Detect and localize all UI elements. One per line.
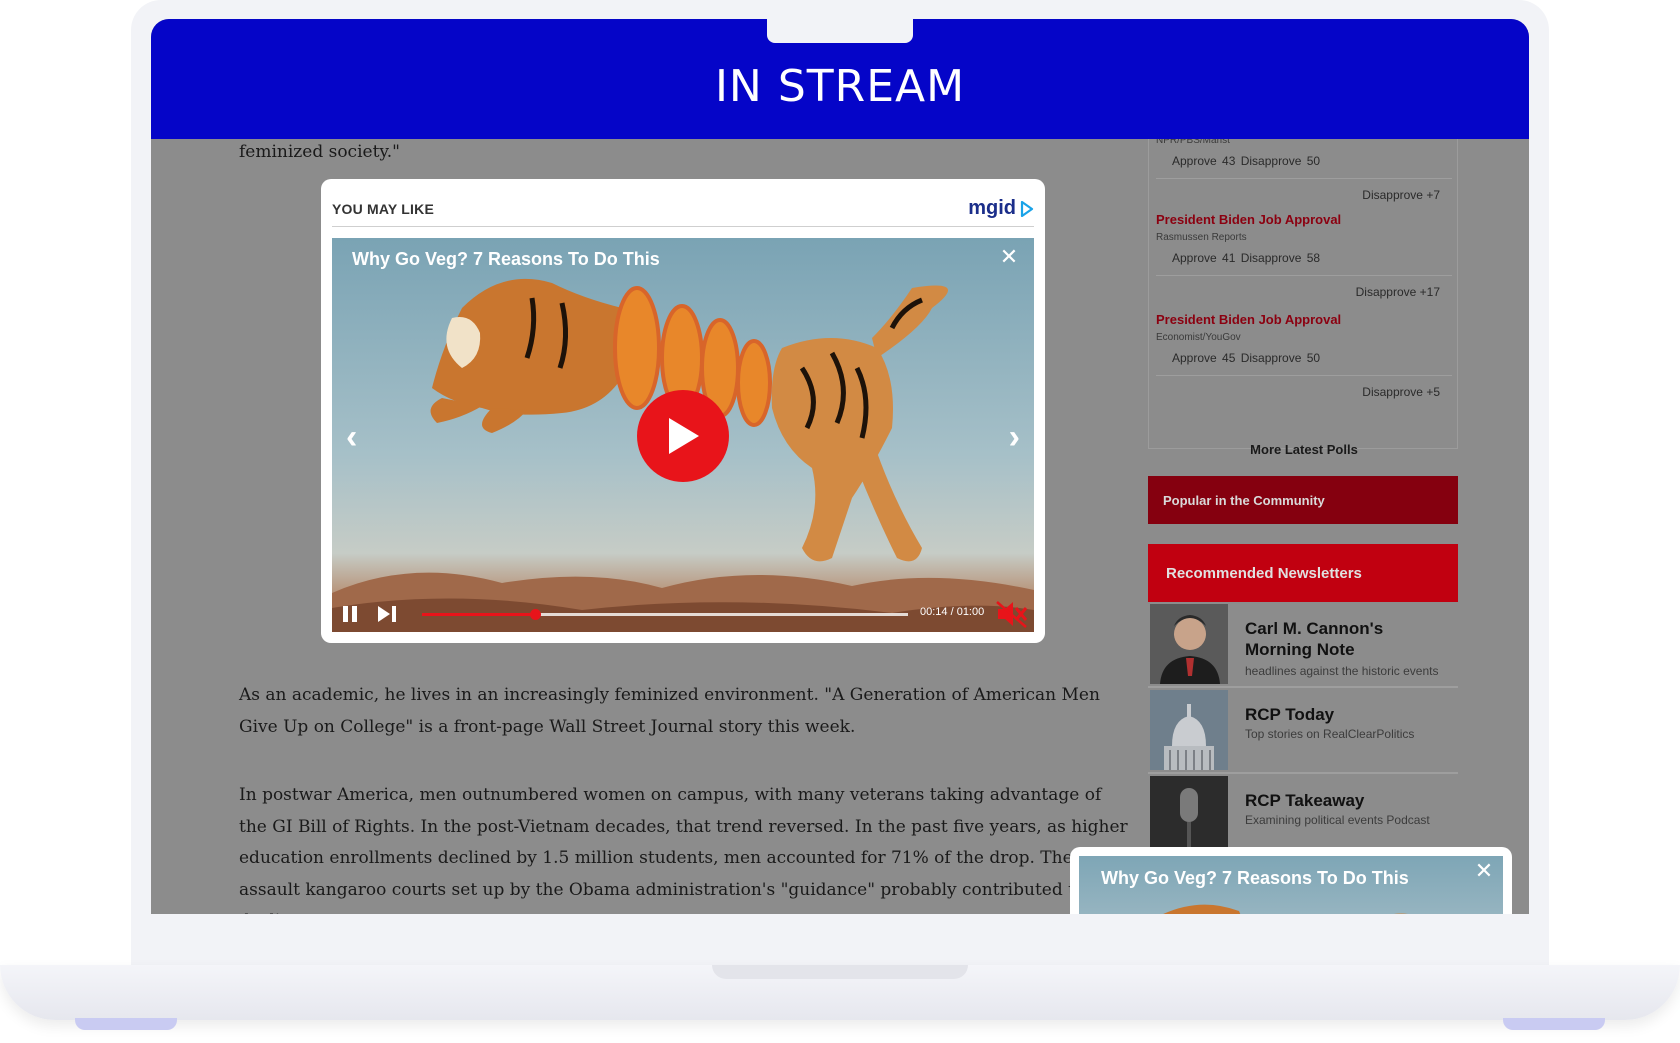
close-icon[interactable]: ✕ <box>996 244 1022 270</box>
capitol-photo <box>1150 690 1228 770</box>
chevron-left-icon[interactable]: ‹ <box>346 418 357 457</box>
in-stream-banner: IN STREAM <box>151 19 1529 139</box>
newsletter-description: Examining political events Podcast <box>1245 813 1430 827</box>
poll-spread: Disapprove +5 <box>1156 375 1452 399</box>
article-paragraph: In postwar America, men outnumbered wome… <box>239 785 1133 914</box>
more-polls-link[interactable]: More Latest Polls <box>1149 442 1459 457</box>
newsletter-title: RCP Takeaway <box>1245 791 1365 810</box>
camera-notch <box>767 19 913 43</box>
video-player[interactable]: Why Go Veg? 7 Reasons To Do This ✕ ‹ › 0… <box>332 238 1034 632</box>
skip-next-icon[interactable] <box>376 604 398 624</box>
poll-spread: Disapprove +17 <box>1156 275 1452 299</box>
pause-icon[interactable] <box>340 604 360 624</box>
poll-spread: Disapprove +7 <box>1156 178 1452 202</box>
playback-time: 00:14 / 01:00 <box>920 606 985 618</box>
banner-title: IN STREAM <box>714 60 966 112</box>
author-photo <box>1150 604 1228 684</box>
mgid-logo[interactable]: mgid <box>968 197 1034 220</box>
poll-title[interactable]: President Biden Job Approval <box>1156 212 1452 227</box>
mini-video-title: Why Go Veg? 7 Reasons To Do This <box>1101 868 1409 888</box>
video-controls: 00:14 / 01:00 <box>332 596 1034 632</box>
newsletter-description: headlines against the historic events <box>1245 664 1439 678</box>
poll-item[interactable]: NPR/PBS/Marist Approve 43 Disapprove 50 … <box>1156 135 1452 202</box>
laptop-foot-right <box>1503 1018 1605 1030</box>
mgid-widget: YOU MAY LIKE mgid Why Go Veg? 7 Reasons … <box>321 179 1045 643</box>
brand-label: mgid <box>968 197 1016 219</box>
poll-title[interactable]: President Biden Job Approval <box>1156 312 1452 327</box>
poll-values: Approve 43 Disapprove 50 <box>1172 154 1321 168</box>
widget-heading: YOU MAY LIKE <box>332 200 434 217</box>
progress-bar[interactable] <box>422 609 908 620</box>
newsletter-item[interactable]: Carl M. Cannon's Morning Note headlines … <box>1148 602 1458 688</box>
progress-fill <box>422 613 536 616</box>
newsletter-title: RCP Today <box>1245 705 1335 724</box>
article-fragment: feminized society." <box>239 142 400 162</box>
floating-mini-player[interactable]: Why Go Veg? 7 Reasons To Do This ✕ <box>1070 847 1512 914</box>
article-paragraph: As an academic, he lives in an increasin… <box>239 685 1100 737</box>
newsletter-description: Top stories on RealClearPolitics <box>1245 727 1415 741</box>
play-button[interactable] <box>637 390 729 482</box>
popular-community-header[interactable]: Popular in the Community <box>1148 476 1458 524</box>
newsletter-title: Carl M. Cannon's Morning Note <box>1245 619 1384 659</box>
poll-source: Rasmussen Reports <box>1156 232 1247 243</box>
progress-knob[interactable] <box>530 609 542 620</box>
video-title: Why Go Veg? 7 Reasons To Do This <box>352 249 660 269</box>
ad-choices-icon[interactable] <box>1020 200 1034 217</box>
latest-polls: NPR/PBS/Marist Approve 43 Disapprove 50 … <box>1148 119 1458 457</box>
laptop-screen: feminized society." As an academic, he l… <box>151 19 1529 914</box>
laptop-foot-left <box>75 1018 177 1030</box>
laptop-hinge <box>712 965 968 979</box>
poll-values: Approve 41 Disapprove 58 <box>1172 251 1321 265</box>
poll-source: Economist/YouGov <box>1156 332 1241 343</box>
newsletters-header: Recommended Newsletters <box>1148 544 1458 602</box>
mini-video[interactable]: Why Go Veg? 7 Reasons To Do This ✕ <box>1079 856 1503 914</box>
volume-muted-icon[interactable] <box>996 600 1028 628</box>
poll-item[interactable]: President Biden Job Approval Rasmussen R… <box>1156 212 1452 299</box>
chevron-right-icon[interactable]: › <box>1009 418 1020 457</box>
play-icon <box>669 418 699 454</box>
close-icon[interactable]: ✕ <box>1471 858 1497 884</box>
microphone-photo <box>1150 776 1228 856</box>
widget-header: YOU MAY LIKE mgid <box>332 191 1034 227</box>
newsletter-item[interactable]: RCP Today Top stories on RealClearPoliti… <box>1148 688 1458 774</box>
poll-values: Approve 45 Disapprove 50 <box>1172 351 1321 365</box>
poll-item[interactable]: President Biden Job Approval Economist/Y… <box>1156 312 1452 399</box>
